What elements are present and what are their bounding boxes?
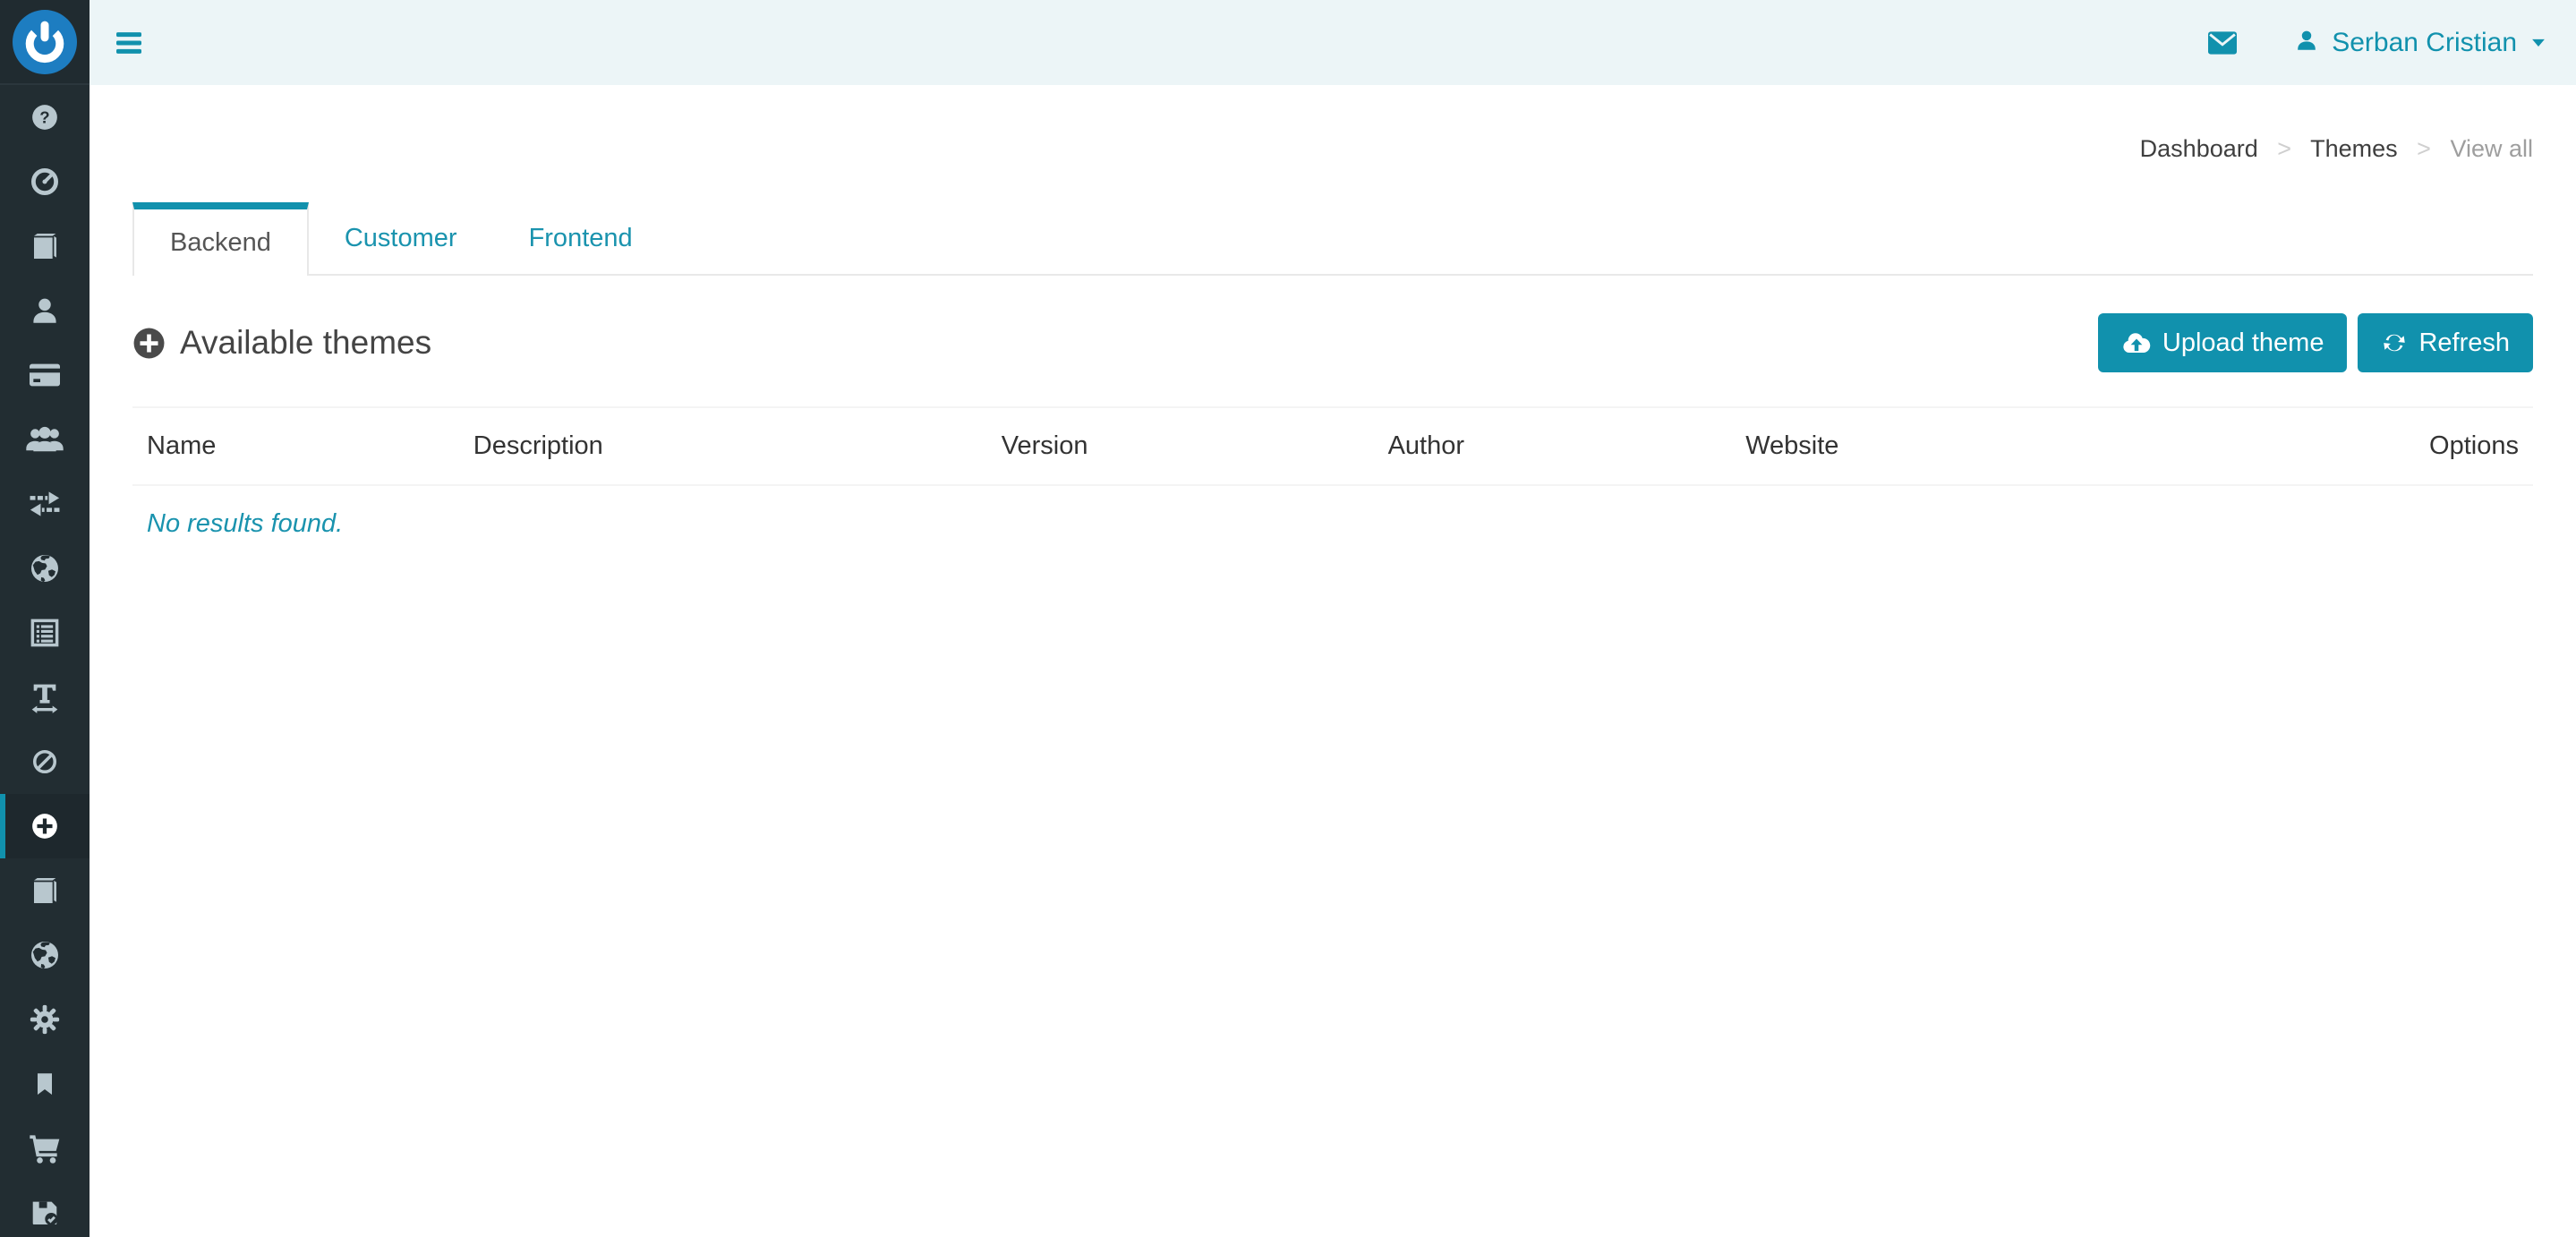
user-menu[interactable]: Serban Cristian [2294,28,2547,58]
gear-icon [28,1002,62,1037]
sidebar-item-exchange[interactable] [0,472,90,536]
column-version: Version [987,407,1374,485]
text-width-icon [27,679,63,715]
sidebar-item-globe-2[interactable] [0,923,90,987]
credit-card-icon [27,357,63,393]
column-name: Name [132,407,459,485]
sidebar-item-bookmark[interactable] [0,1052,90,1116]
book-icon [27,228,63,264]
page-title-text: Available themes [180,324,431,362]
svg-text:?: ? [39,108,49,127]
section-head: Available themes Upload theme Refresh [132,313,2533,372]
app-logo[interactable] [0,0,90,85]
upload-theme-button[interactable]: Upload theme [2098,313,2348,372]
sidebar-item-ban[interactable] [0,729,90,794]
breadcrumb-separator: > [2277,135,2291,162]
breadcrumb-themes[interactable]: Themes [2310,135,2398,162]
sidebar: ? [0,0,90,1237]
tab-bar: Backend Customer Frontend [132,202,2533,276]
book-icon [27,873,63,909]
exchange-icon [26,485,64,523]
column-author: Author [1374,407,1732,485]
user-icon [29,294,61,327]
sidebar-item-list[interactable] [0,601,90,665]
globe-icon [29,552,61,584]
tab-customer[interactable]: Customer [309,202,493,274]
table-header-row: Name Description Version Author Website … [132,407,2533,485]
sidebar-item-book-2[interactable] [0,858,90,923]
sidebar-item-book[interactable] [0,214,90,278]
cart-icon [27,1130,63,1166]
sidebar-item-user[interactable] [0,278,90,343]
sidebar-item-cart[interactable] [0,1116,90,1181]
refresh-button[interactable]: Refresh [2358,313,2533,372]
sidebar-item-credit-card[interactable] [0,343,90,407]
column-description: Description [459,407,987,485]
topbar-right: Serban Cristian [2208,28,2547,58]
breadcrumb-view-all: View all [2450,135,2533,162]
tachometer-icon [29,166,61,198]
sidebar-item-globe[interactable] [0,536,90,601]
refresh-icon [2381,329,2408,356]
user-icon [2294,28,2319,57]
tab-frontend[interactable]: Frontend [493,202,669,274]
tab-backend[interactable]: Backend [132,202,309,276]
cloud-upload-icon [2121,329,2152,356]
plus-circle-icon [30,812,59,840]
sidebar-item-help[interactable]: ? [0,85,90,149]
user-name: Serban Cristian [2332,28,2517,58]
messages-button[interactable] [2208,31,2237,55]
empty-message: No results found. [132,485,2533,562]
hamburger-icon [116,32,141,54]
globe-icon [29,939,61,971]
power-icon [13,10,77,74]
themes-table: Name Description Version Author Website … [132,406,2533,562]
action-buttons: Upload theme Refresh [2098,313,2533,372]
breadcrumb-separator: > [2417,135,2431,162]
sidebar-item-users[interactable] [0,407,90,472]
sidebar-item-settings[interactable] [0,987,90,1052]
caret-down-icon [2529,30,2547,55]
ban-icon [31,748,58,775]
save-check-icon [28,1196,62,1230]
empty-row: No results found. [132,485,2533,562]
users-icon [24,419,65,460]
sidebar-item-save[interactable] [0,1181,90,1237]
plus-circle-icon [132,327,166,360]
breadcrumb: Dashboard > Themes > View all [132,85,2533,163]
sidebar-toggle-button[interactable] [116,32,141,54]
sidebar-item-add-active[interactable] [0,794,90,858]
column-website: Website [1731,407,2125,485]
topbar: Serban Cristian [90,0,2576,85]
sidebar-item-text-width[interactable] [0,665,90,729]
question-circle-icon: ? [30,103,59,132]
breadcrumb-dashboard[interactable]: Dashboard [2140,135,2258,162]
th-list-icon [28,616,62,650]
bookmark-icon [31,1071,58,1097]
envelope-icon [2208,31,2237,55]
page-title: Available themes [132,324,431,362]
main-content: Dashboard > Themes > View all Backend Cu… [90,0,2576,1237]
sidebar-item-dashboard[interactable] [0,149,90,214]
column-options: Options [2125,407,2533,485]
